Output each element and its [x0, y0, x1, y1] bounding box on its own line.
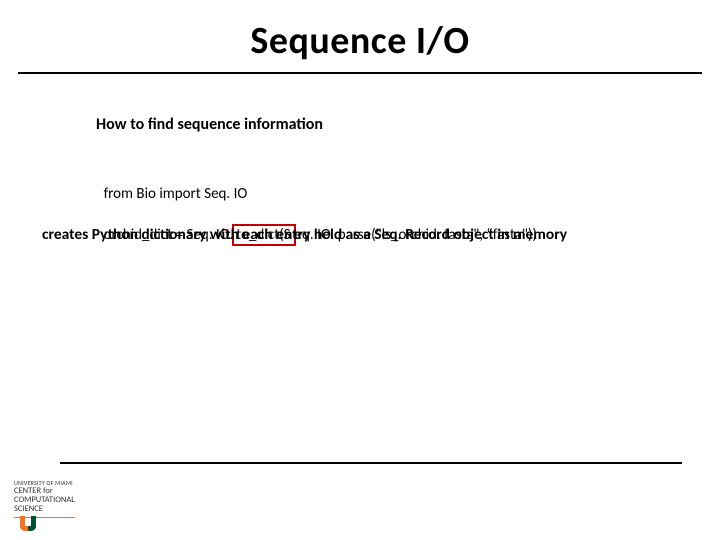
description-text: creates Python dictionary with each entr…	[42, 225, 567, 244]
footer-center-name: CENTER for COMPUTATIONAL SCIENCE	[14, 487, 75, 518]
slide: Sequence I/O How to find sequence inform…	[0, 0, 720, 540]
code-snippet: from Bio import Seq. IO orchid_dict = Se…	[90, 164, 537, 266]
title-rule	[18, 72, 702, 74]
footer-center-l3: SCIENCE	[14, 504, 43, 514]
footer-logo-block: UNIVERSITY OF MIAMI CENTER for COMPUTATI…	[14, 479, 134, 518]
u-logo-icon	[20, 516, 36, 531]
footer-rule	[60, 462, 682, 464]
code-line-1: from Bio import Seq. IO	[104, 185, 248, 203]
section-heading: How to find sequence information	[96, 115, 323, 134]
miami-u-logo	[20, 516, 36, 531]
page-title: Sequence I/O	[0, 18, 720, 64]
